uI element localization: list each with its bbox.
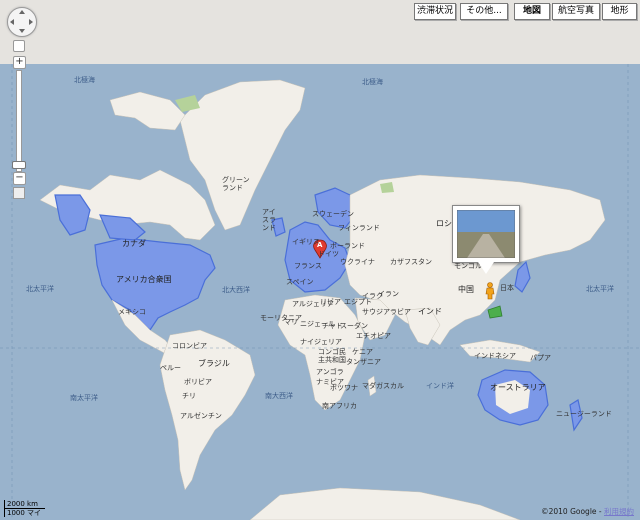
label-angola: アンゴラ xyxy=(316,368,344,376)
pegman-slot-icon[interactable] xyxy=(13,187,25,199)
pan-control[interactable] xyxy=(7,7,37,37)
label-tanzania: タンザニア xyxy=(346,358,381,366)
label-colombia: コロンビア xyxy=(172,342,207,350)
pan-left-icon[interactable] xyxy=(10,19,14,25)
label-brazil: ブラジル xyxy=(198,359,230,368)
label-arctic-right: 北極海 xyxy=(362,78,383,86)
label-kenya: ケニア xyxy=(352,348,373,356)
label-india: インド xyxy=(418,307,442,316)
more-button[interactable]: その他... xyxy=(460,3,508,20)
map-button[interactable]: 地図 xyxy=(514,3,550,20)
label-iceland: アイスランド xyxy=(262,208,276,232)
canada-islands xyxy=(109,91,186,131)
label-australia: オーストラリア xyxy=(490,383,546,392)
label-mexico: メキシコ xyxy=(118,308,146,316)
label-spain: スペイン xyxy=(286,278,314,286)
label-arctic-left: 北極海 xyxy=(74,76,95,84)
label-s-atlantic: 南大西洋 xyxy=(265,392,293,400)
label-ethiopia: エチオピア xyxy=(356,332,391,340)
label-poland: ポーランド xyxy=(330,242,365,250)
pan-up-icon[interactable] xyxy=(19,10,25,14)
south-america xyxy=(159,329,256,491)
label-n-pacific-left: 北太平洋 xyxy=(26,285,54,293)
label-botswana: ボツワナ xyxy=(330,384,358,392)
zoom-slider[interactable] xyxy=(16,70,22,172)
label-s-pacific: 南太平洋 xyxy=(70,394,98,402)
terrain-button[interactable]: 地形 xyxy=(602,3,637,20)
label-saudi: サウジアラビア xyxy=(362,308,411,316)
label-argentina: アルゼンチン xyxy=(180,412,222,420)
label-n-atlantic: 北大西洋 xyxy=(222,286,250,294)
label-bolivia: ボリビア xyxy=(184,378,212,386)
scale-km: 2000 km xyxy=(4,500,45,509)
center-button[interactable] xyxy=(13,40,25,52)
marker-letter[interactable]: A xyxy=(317,241,322,249)
label-germany: ドイツ xyxy=(318,250,339,258)
world-map[interactable]: 北極海 北極海 北大西洋 北太平洋 北太平洋 南太平洋 南大西洋 インド洋 グリ… xyxy=(0,64,640,520)
label-peru: ペルー xyxy=(160,364,181,372)
usa-highlight xyxy=(94,237,216,331)
label-libya: リビア xyxy=(320,298,341,306)
label-madagascar: マダガスカル xyxy=(362,382,404,390)
label-sudan: スーダン xyxy=(340,322,368,330)
label-papua: パプア xyxy=(530,354,551,362)
label-ukraine: ウクライナ xyxy=(340,258,375,266)
label-sweden: スウェーデン xyxy=(312,210,354,218)
label-canada: カナダ xyxy=(122,239,146,248)
label-china: 中国 xyxy=(458,285,474,294)
copyright-notice: ©2010 Google - 利用規約 xyxy=(541,506,634,517)
pan-down-icon[interactable] xyxy=(19,29,25,33)
zoom-out-button[interactable]: − xyxy=(13,172,26,185)
streetview-popup[interactable] xyxy=(452,205,520,263)
label-n-pacific-right: 北太平洋 xyxy=(586,285,614,293)
label-south-africa: 南アフリカ xyxy=(322,402,357,410)
zoom-in-button[interactable]: + xyxy=(13,56,26,69)
zoom-slider-handle[interactable] xyxy=(12,161,26,169)
label-nz: ニュージーランド xyxy=(556,410,612,418)
traffic-button[interactable]: 渋滞状況 xyxy=(414,3,456,20)
pan-right-icon[interactable] xyxy=(29,19,33,25)
map-controls-bar: 渋滞状況 その他... 地図 航空写真 地形 xyxy=(0,0,640,64)
label-uk: イギリス xyxy=(292,238,320,246)
label-egypt: エジプト xyxy=(344,298,372,306)
pegman-icon[interactable] xyxy=(484,282,496,300)
map-canvas xyxy=(0,64,640,520)
label-nigeria: ナイジェリア xyxy=(300,338,342,346)
popup-pointer xyxy=(478,262,494,274)
scale-mi: 1000 マイ xyxy=(4,509,45,517)
copyright-text: ©2010 Google - xyxy=(541,507,602,516)
scale-bar: 2000 km 1000 マイ xyxy=(4,500,45,517)
label-usa: アメリカ合衆国 xyxy=(116,275,172,284)
label-finland: フィンランド xyxy=(338,224,380,232)
label-japan: 日本 xyxy=(500,284,514,292)
label-greenland: グリーンランド xyxy=(222,176,250,192)
terms-link[interactable]: 利用規約 xyxy=(604,507,634,516)
label-mali: マリ xyxy=(284,318,298,326)
label-chile: チリ xyxy=(182,392,196,400)
label-indian: インド洋 xyxy=(426,382,454,390)
satellite-button[interactable]: 航空写真 xyxy=(552,3,600,20)
label-france: フランス xyxy=(294,262,322,270)
label-kazakhstan: カザフスタン xyxy=(390,258,432,266)
label-indonesia: インドネシア xyxy=(474,352,516,360)
streetview-thumbnail[interactable] xyxy=(457,210,515,258)
